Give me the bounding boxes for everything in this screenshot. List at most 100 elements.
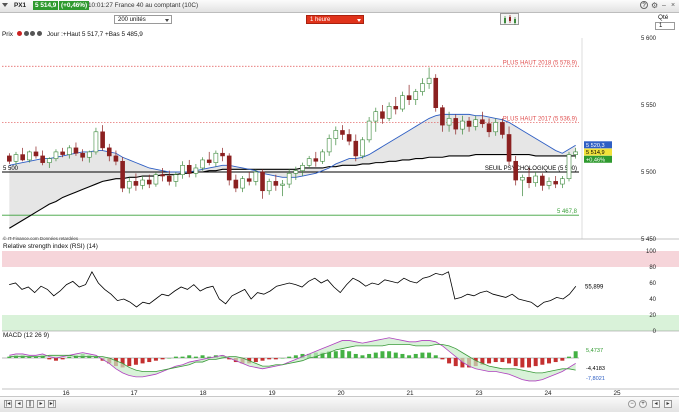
macd-panel: 5,4737 -4,4183 -7,8021 [2,337,605,382]
chart-area[interactable]: 5 600 5 550 5 500 5 450 PLUS HAUT 2018 (5 57… [0,0,679,411]
candle-body [13,154,19,162]
rsi-panel: 10080604020055,899 [2,249,679,335]
candle-body [186,165,192,174]
macd-bar [193,356,198,358]
macd-bar [373,352,378,358]
candle-body [27,151,32,161]
candle-body [120,160,125,189]
zoom-in-icon[interactable]: + [639,400,647,408]
macd-bar [367,353,372,358]
macd-bar [520,358,525,368]
y-tick-label: 40 [649,297,656,303]
candle-body [526,177,532,184]
macd-bar [293,355,298,358]
macd-bar [200,355,205,358]
candle-body [420,83,425,92]
candle-body [280,183,285,186]
scroll-left-icon[interactable]: ◂ [652,400,660,408]
macd-bar [160,358,165,360]
left-level-label: 5 500 [3,166,19,172]
y-tick-label: 100 [646,249,657,255]
macd-bar [260,358,265,361]
macd-bar [507,358,512,364]
macd-bar [500,358,505,363]
candle-body [446,118,452,126]
macd-bar [147,358,152,363]
candle-body [40,155,45,163]
level-label: 5 467,8 [557,209,578,215]
candle-body [500,122,505,135]
macd-bar [567,356,572,358]
price-tag-label: +0,46% [586,157,605,163]
y-tick-label: 5 450 [641,237,657,243]
macd-bar [540,358,545,365]
candle-body [513,160,519,181]
zoom-out-icon[interactable]: − [628,400,636,408]
candle-body [53,151,59,159]
macd-bar [400,353,405,358]
macd-bar [140,358,145,364]
macd-bar [173,356,178,358]
candle-body [313,158,319,162]
macd-bar [487,358,492,364]
macd-bar [387,351,392,358]
last-page-icon[interactable]: ▸| [48,400,56,408]
rsi-line [9,270,577,308]
candle-body [260,171,265,192]
macd-value-label: -7,8021 [586,376,605,382]
candle-body [153,174,159,185]
price-tag-label: 5 520,3 [586,143,605,149]
prev-icon[interactable]: ◂ [15,400,23,408]
candle-body [126,181,132,189]
macd-bar [340,349,345,358]
candle-body [20,154,25,161]
candle-body [486,123,492,133]
macd-bar [453,358,458,367]
macd-bar [280,358,285,359]
macd-bar [180,356,185,358]
candle-body [80,152,85,158]
macd-bar [513,358,518,367]
candle-body [193,167,199,174]
candle-body [226,155,232,181]
candle-body [113,155,119,162]
candle-body [240,178,245,189]
rsi-legend: Relative strength index (RSI) (14) [3,243,98,250]
candle-body [540,175,545,186]
macd-bar [187,355,192,358]
copyright-note: © IT-Finance.com Données retardées [3,236,79,241]
price-tag-label: 5 514,9 [586,150,605,156]
candle-body [406,95,412,100]
macd-legend: MACD (12 26 9) [3,332,50,339]
macd-bar [67,356,72,358]
macd-bar [267,358,272,360]
candle-body [86,151,92,158]
macd-bar [420,352,425,358]
candle-body [493,122,499,133]
candle-body [340,130,345,135]
candle-body [33,151,39,157]
macd-bar [353,353,358,358]
macd-bar [333,351,338,358]
macd-value-label: -4,4183 [586,366,605,372]
y-tick-label: 20 [649,313,656,319]
candle-body [506,134,512,162]
candle-body [453,118,459,130]
candle-body [106,147,112,157]
macd-bar [433,355,438,358]
pause-icon[interactable]: || [26,400,34,408]
first-page-icon[interactable]: |◂ [4,400,12,408]
candle-body [180,165,185,175]
rsi-band [2,315,679,331]
candle-body [300,165,305,171]
candle-body [220,152,225,157]
macd-bar [407,355,412,358]
macd-bar [47,358,52,360]
candle-body [146,179,152,185]
candle-body [293,170,299,174]
y-tick-label: 5 550 [641,103,657,109]
candle-body [206,159,212,163]
macd-bar [560,358,565,361]
scroll-right-icon[interactable]: ▸ [664,400,672,408]
next-icon[interactable]: ▸ [37,400,45,408]
